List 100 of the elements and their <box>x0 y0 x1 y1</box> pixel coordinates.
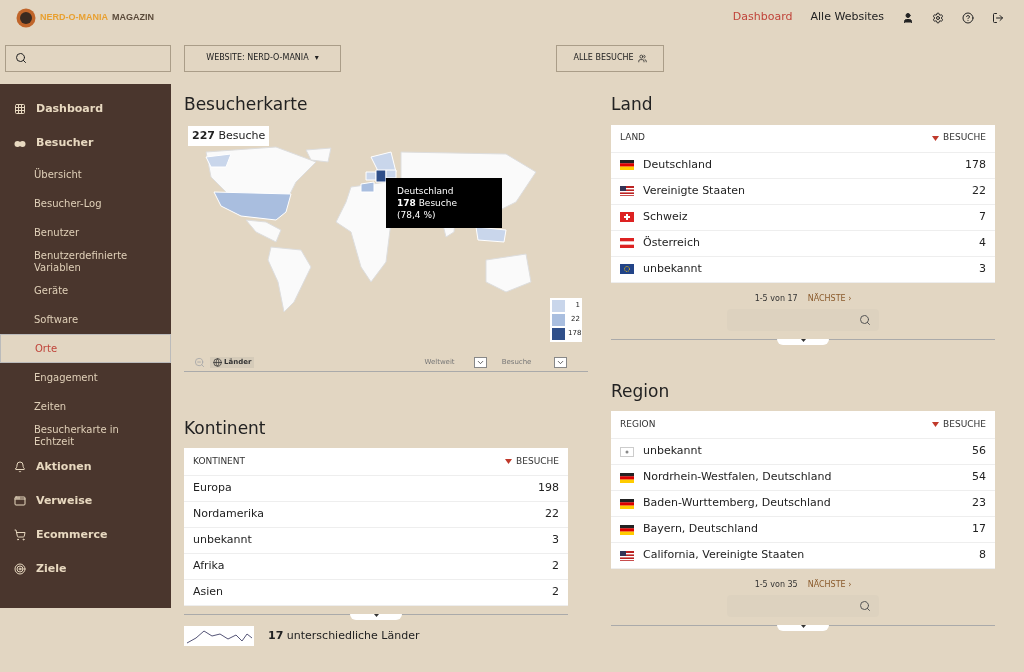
table-row[interactable]: California, Vereinigte Staaten 8 <box>611 543 995 569</box>
nav-link[interactable]: Alle Websites <box>810 9 884 26</box>
row-value: 2 <box>552 558 559 575</box>
row-value: 54 <box>972 469 986 486</box>
search-icon <box>859 600 871 612</box>
help-icon[interactable] <box>962 11 974 24</box>
row-label: unbekannt <box>643 443 702 460</box>
table-row[interactable]: unbekannt 56 <box>611 439 995 465</box>
row-value: 23 <box>972 495 986 512</box>
table-row[interactable]: Nordamerika 22 <box>184 502 568 528</box>
search-field[interactable] <box>727 308 879 331</box>
nav-link[interactable]: Dashboard <box>732 9 793 26</box>
row-label: Europa <box>193 480 232 497</box>
sidebar-item[interactable]: Besucher-Log <box>0 189 171 218</box>
table-row[interactable]: unbekannt 3 <box>611 256 995 283</box>
sidebar-item[interactable]: Besucherkarte in Echtzeit <box>0 421 171 450</box>
logo-emblem-icon <box>16 7 36 28</box>
sort-down-icon <box>932 422 940 427</box>
section-title: Land <box>611 93 654 116</box>
next-link[interactable]: NÄCHSTE › <box>807 292 852 305</box>
sidebar-item[interactable]: Benutzer <box>0 218 171 247</box>
section-title: Region <box>611 379 671 403</box>
sidebar-section[interactable]: Ecommerce <box>0 518 171 552</box>
row-value: 56 <box>972 443 986 460</box>
row-value: 8 <box>979 547 986 564</box>
settings-icon[interactable] <box>932 11 944 24</box>
flag-icon <box>620 186 634 196</box>
segment-button[interactable]: ALLE BESUCHE <box>556 44 664 72</box>
table-row[interactable]: Österreich 4 <box>611 230 995 257</box>
table-row[interactable]: Asien 2 <box>184 580 568 606</box>
logo-text: MAGAZIN <box>112 10 154 24</box>
row-value: 3 <box>552 532 559 549</box>
sidebar-item[interactable]: Benutzerdefinierte Variablen <box>0 247 171 276</box>
row-label: Vereinigte Staaten <box>643 182 745 199</box>
sidebar-section[interactable]: Ziele <box>0 552 171 586</box>
table-row[interactable]: Bayern, Deutschland 17 <box>611 517 995 543</box>
row-label: Baden-Wurttemberg, Deutschland <box>643 495 831 512</box>
column-header[interactable]: BESUCHE <box>932 131 986 145</box>
table-row[interactable]: Afrika 2 <box>184 554 568 580</box>
tooltip-country: Deutschland <box>397 184 455 197</box>
caret-icon <box>800 625 806 628</box>
table-row[interactable]: Baden-Wurttemberg, Deutschland 23 <box>611 491 995 517</box>
cart-icon <box>14 529 26 541</box>
column-header[interactable]: LAND <box>620 131 646 145</box>
pagination-text: 1-5 von 17 <box>754 292 798 305</box>
flag-icon <box>620 238 634 248</box>
sidebar-item[interactable]: Zeiten <box>0 392 171 421</box>
table-row[interactable]: Nordrhein-Westfalen, Deutschland 54 <box>611 465 995 491</box>
flag-icon <box>620 264 634 274</box>
row-value: 4 <box>979 234 986 251</box>
table-row[interactable]: Deutschland 178 <box>611 152 995 179</box>
sidebar-item[interactable]: Orte <box>0 334 171 363</box>
row-value: 17 <box>972 521 986 538</box>
sidebar-item[interactable]: Geräte <box>0 276 171 305</box>
dropdown-icon[interactable] <box>554 357 568 368</box>
logout-icon[interactable] <box>992 11 1004 24</box>
unknown-flag-icon <box>620 446 634 457</box>
column-header[interactable]: BESUCHE <box>932 417 986 432</box>
column-header[interactable]: REGION <box>620 417 656 432</box>
search-field[interactable] <box>727 595 879 617</box>
column-header[interactable]: BESUCHE <box>505 454 559 469</box>
dropdown-icon[interactable] <box>473 357 487 368</box>
site-selector[interactable]: WEBSITE: NERD-O-MANIA ▾ <box>184 44 341 72</box>
expand-button[interactable] <box>777 625 829 631</box>
row-label: Schweiz <box>643 208 688 225</box>
flag-icon <box>620 498 634 509</box>
row-label: Nordamerika <box>193 506 264 523</box>
row-label: Deutschland <box>643 156 713 173</box>
table-row[interactable]: Vereinigte Staaten 22 <box>611 178 995 205</box>
summary-text: 17 unterschiedliche Länder <box>268 627 420 644</box>
table-row[interactable]: unbekannt 3 <box>184 528 568 554</box>
logo-text: NERD-O-MANIA <box>40 10 108 24</box>
search-icon <box>859 313 871 326</box>
tooltip-share: (78,4 %) <box>397 208 437 221</box>
sidebar-section[interactable]: Dashboard <box>0 92 171 126</box>
table-row[interactable]: Europa 198 <box>184 476 568 502</box>
flag-icon <box>620 160 634 170</box>
row-label: unbekannt <box>193 532 252 549</box>
row-value: 22 <box>972 182 986 199</box>
next-link[interactable]: NÄCHSTE › <box>807 579 852 591</box>
sidebar-section[interactable]: Besucher <box>0 126 171 160</box>
sidebar-section[interactable]: Aktionen <box>0 450 171 484</box>
sidebar-item[interactable]: Engagement <box>0 363 171 392</box>
table-row[interactable]: Schweiz 7 <box>611 204 995 231</box>
expand-button[interactable] <box>350 614 402 620</box>
sidebar-item[interactable]: Übersicht <box>0 160 171 189</box>
sparkline-icon <box>184 626 254 646</box>
sort-down-icon <box>932 135 940 141</box>
total-visits-label: 227 Besuche <box>188 125 270 146</box>
sidebar-item[interactable]: Software <box>0 305 171 334</box>
sort-down-icon <box>505 459 513 464</box>
sidebar-section[interactable]: Verweise <box>0 484 171 518</box>
section-title: Kontinent <box>184 416 267 440</box>
bell-icon <box>14 461 26 473</box>
search-field[interactable] <box>5 44 171 72</box>
user-icon[interactable] <box>902 11 914 24</box>
globe-icon <box>213 358 222 367</box>
expand-button[interactable] <box>777 338 829 345</box>
column-header[interactable]: KONTINENT <box>193 454 246 469</box>
caret-icon <box>800 338 806 342</box>
